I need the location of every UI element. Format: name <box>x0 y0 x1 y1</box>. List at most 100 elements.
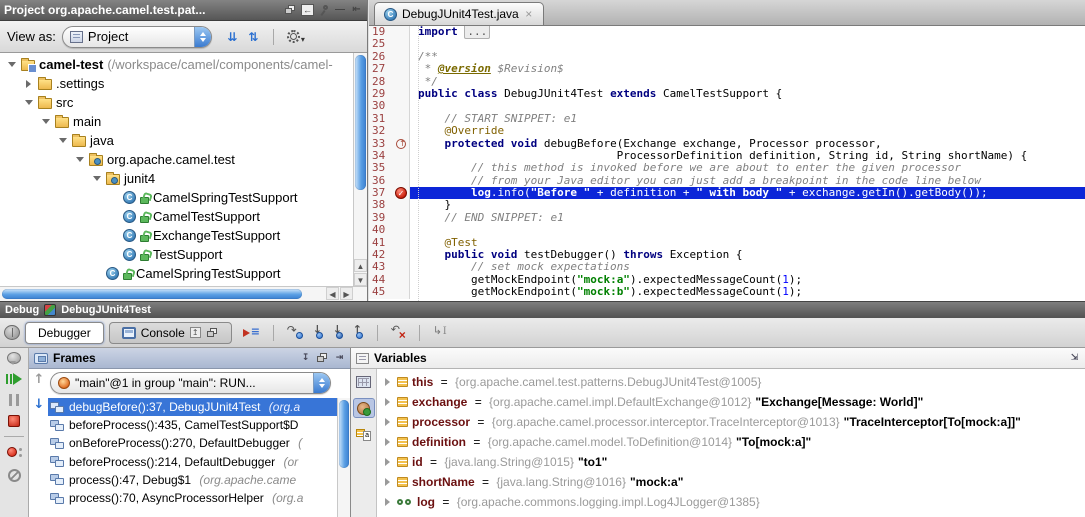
scrollbar-thumb[interactable] <box>339 400 349 468</box>
tab-console[interactable]: Console <box>109 322 232 344</box>
force-step-into-icon[interactable] <box>332 326 344 339</box>
tree-item[interactable]: CamelSpringTestSupport <box>0 264 367 283</box>
balloon-icon[interactable] <box>7 352 21 364</box>
tree-item[interactable]: main <box>0 112 367 131</box>
code-area[interactable]: 19import ...2526/**27 * @version $Revisi… <box>369 26 1085 301</box>
code-line[interactable]: 45 getMockEndpoint("mock:b").expectedMes… <box>369 286 1085 298</box>
float-panel-icon[interactable] <box>316 352 329 364</box>
code-text[interactable]: // START SNIPPET: e1 <box>410 113 1085 125</box>
code-text[interactable] <box>410 224 1085 236</box>
variable-row[interactable]: exchange = {org.apache.camel.impl.Defaul… <box>377 392 1085 412</box>
override-icon[interactable] <box>396 139 406 149</box>
tree-item[interactable]: org.apache.camel.test <box>0 150 367 169</box>
console-float-icon[interactable] <box>206 327 219 339</box>
variable-row[interactable]: shortName = {java.lang.String@1016}"mock… <box>377 472 1085 492</box>
expand-arrow-icon[interactable] <box>385 458 390 466</box>
evaluate-button[interactable] <box>353 372 375 392</box>
show-execution-point-icon[interactable] <box>243 326 260 339</box>
disclosure-down-icon[interactable] <box>91 173 102 184</box>
collapse-panel-icon[interactable] <box>300 353 311 364</box>
thread-selector-dropdown[interactable]: "main"@1 in group "main": RUN... <box>50 372 331 394</box>
stack-frame-row[interactable]: process():47, Debug$1 (org.apache.came <box>48 471 337 489</box>
tree-item[interactable]: ExchangeTestSupport <box>0 226 367 245</box>
scroll-from-source-icon[interactable] <box>301 4 314 16</box>
tree-item[interactable]: src <box>0 93 367 112</box>
tree-item[interactable]: junit4 <box>0 169 367 188</box>
tree-item[interactable]: CamelSpringTestSupport <box>0 188 367 207</box>
nav-down-icon[interactable] <box>32 398 46 412</box>
code-text[interactable]: public class DebugJUnit4Test extends Cam… <box>410 88 1085 100</box>
stack-frame-row[interactable]: beforeProcess():214, DefaultDebugger (or <box>48 453 337 471</box>
expand-arrow-icon[interactable] <box>385 398 390 406</box>
run-to-cursor-icon[interactable] <box>433 326 448 339</box>
resume-icon[interactable] <box>6 373 22 385</box>
tab-debugger[interactable]: Debugger <box>25 322 104 344</box>
breakpoint-icon[interactable] <box>395 187 407 199</box>
collapse-all-icon[interactable] <box>247 30 260 44</box>
variable-row[interactable]: id = {java.lang.String@1015}"to1" <box>377 452 1085 472</box>
tree-item[interactable]: CamelTestSupport <box>0 207 367 226</box>
disclosure-down-icon[interactable] <box>74 154 85 165</box>
code-text[interactable]: // END SNIPPET: e1 <box>410 212 1085 224</box>
disclosure-right-icon[interactable] <box>23 78 34 89</box>
code-line[interactable]: 29public class DebugJUnit4Test extends C… <box>369 88 1085 100</box>
stack-frame-row[interactable]: beforeProcess():435, CamelTestSupport$D <box>48 416 337 434</box>
scroll-up-button[interactable]: ▲ <box>354 259 367 272</box>
variable-row[interactable]: processor = {org.apache.camel.processor.… <box>377 412 1085 432</box>
expand-all-icon[interactable] <box>226 30 239 44</box>
disclosure-down-icon[interactable] <box>6 59 17 70</box>
console-export-icon[interactable] <box>190 327 201 338</box>
stack-frame-row[interactable]: onBeforeProcess():270, DefaultDebugger ( <box>48 434 337 452</box>
disclosure-down-icon[interactable] <box>57 135 68 146</box>
code-text[interactable]: * @version $Revision$ <box>410 63 1085 75</box>
expand-arrow-icon[interactable] <box>385 498 390 506</box>
code-line[interactable]: 25 <box>369 38 1085 50</box>
scroll-left-button[interactable]: ◀ <box>326 287 339 300</box>
expand-arrow-icon[interactable] <box>385 378 390 386</box>
hide-panel-icon[interactable] <box>334 353 345 364</box>
tree-horizontal-scrollbar[interactable]: ◀ ▶ <box>0 286 367 301</box>
code-line[interactable]: 27 * @version $Revision$ <box>369 63 1085 75</box>
pause-icon[interactable] <box>9 394 19 406</box>
stack-frame-row[interactable]: process():70, AsyncProcessorHelper (org.… <box>48 489 337 507</box>
scrollbar-thumb[interactable] <box>355 55 366 190</box>
variable-row[interactable]: log = {org.apache.commons.logging.impl.L… <box>377 492 1085 512</box>
close-icon[interactable] <box>524 8 534 21</box>
variable-row[interactable]: definition = {org.apache.camel.model.ToD… <box>377 432 1085 452</box>
tree-item[interactable]: java <box>0 131 367 150</box>
code-text[interactable]: getMockEndpoint("mock:b").expectedMessag… <box>410 286 1085 298</box>
variable-row[interactable]: this = {org.apache.camel.test.patterns.D… <box>377 372 1085 392</box>
tree-item[interactable]: .settings <box>0 74 367 93</box>
frames-vertical-scrollbar[interactable] <box>337 398 350 517</box>
step-over-icon[interactable] <box>287 326 304 339</box>
code-line[interactable]: 19import ... <box>369 26 1085 38</box>
expand-arrow-icon[interactable] <box>385 478 390 486</box>
pin-icon[interactable] <box>318 4 330 16</box>
disclosure-down-icon[interactable] <box>40 116 51 127</box>
expand-arrow-icon[interactable] <box>385 418 390 426</box>
gear-icon[interactable] <box>287 30 300 43</box>
view-as-dropdown[interactable]: Project <box>62 26 212 48</box>
code-text[interactable] <box>410 38 1085 50</box>
expand-arrow-icon[interactable] <box>385 438 390 446</box>
scroll-right-button[interactable]: ▶ <box>340 287 353 300</box>
drop-frame-icon[interactable] <box>391 326 406 339</box>
code-text[interactable]: import ... <box>410 26 1085 38</box>
view-breakpoints-icon[interactable] <box>7 446 22 460</box>
scrollbar-thumb[interactable] <box>2 289 302 299</box>
panel-corner-icon[interactable] <box>1069 353 1080 364</box>
code-text[interactable]: log.info("Before " + definition + " with… <box>410 187 1085 199</box>
disclosure-down-icon[interactable] <box>23 97 34 108</box>
tree-vertical-scrollbar[interactable]: ▲ ▼ <box>353 53 367 286</box>
stack-frame-row[interactable]: debugBefore():37, DebugJUnit4Test (org.a <box>48 398 337 416</box>
tree-item[interactable]: camel-test (/workspace/camel/components/… <box>0 55 367 74</box>
step-out-icon[interactable] <box>352 326 364 339</box>
hide-icon[interactable] <box>350 4 363 16</box>
mute-breakpoints-icon[interactable] <box>8 469 21 482</box>
step-into-icon[interactable] <box>312 326 324 339</box>
tree-item[interactable]: TestSupport <box>0 245 367 264</box>
watch-person-button[interactable] <box>353 398 375 418</box>
stop-icon[interactable] <box>8 415 20 427</box>
minimize-icon[interactable] <box>334 4 346 16</box>
float-window-icon[interactable] <box>284 4 297 16</box>
